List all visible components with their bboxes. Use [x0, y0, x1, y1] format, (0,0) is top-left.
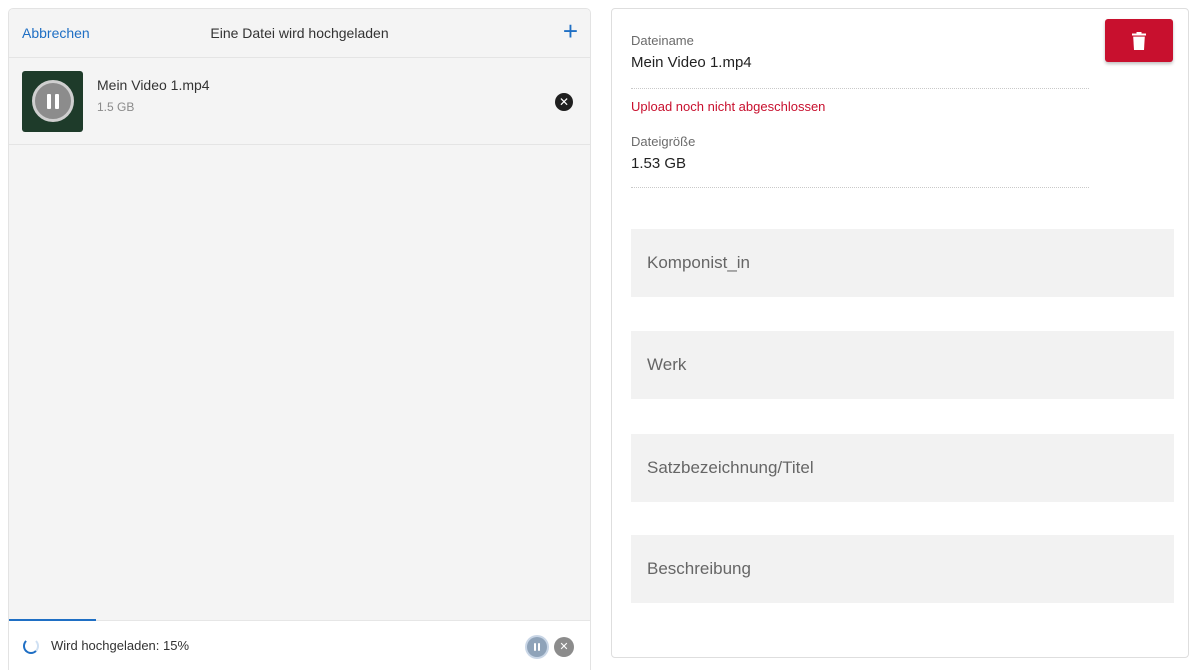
loading-spinner-icon: [23, 637, 39, 654]
filesize-value: 1.53 GB: [631, 155, 687, 172]
upload-title: Eine Datei wird hochgeladen: [210, 25, 389, 41]
remove-file-button[interactable]: ✕: [555, 93, 573, 111]
upload-header: Abbrechen Eine Datei wird hochgeladen +: [9, 9, 590, 58]
filesize-label: Dateigröße: [631, 134, 696, 149]
pause-icon: [46, 93, 59, 109]
filename-label: Dateiname: [631, 33, 694, 48]
file-details-panel: Dateiname Mein Video 1.mp4 Upload noch n…: [611, 8, 1189, 658]
upload-status-text: Wird hochgeladen: 15%: [51, 638, 190, 653]
upload-progress-bar: [9, 619, 97, 621]
pause-icon: [534, 643, 540, 651]
close-icon: ✕: [558, 95, 570, 109]
filename-field: Dateiname Mein Video 1.mp4: [631, 33, 1089, 89]
work-input[interactable]: Werk: [631, 331, 1174, 399]
upload-error-message: Upload noch nicht abgeschlossen: [631, 99, 826, 114]
file-size: 1.5 GB: [97, 99, 135, 114]
file-thumbnail[interactable]: [22, 70, 83, 132]
pause-all-button[interactable]: [527, 637, 547, 657]
movement-title-input[interactable]: Satzbezeichnung/Titel: [631, 434, 1174, 502]
description-input[interactable]: Beschreibung: [631, 535, 1174, 603]
filename-value: Mein Video 1.mp4: [631, 54, 752, 71]
filesize-field: Dateigröße 1.53 GB: [631, 134, 1089, 188]
pause-upload-button[interactable]: [31, 80, 74, 122]
composer-input[interactable]: Komponist_in: [631, 229, 1174, 297]
delete-button[interactable]: [1105, 19, 1173, 62]
upload-status-bar: Wird hochgeladen: 15% ✕: [9, 619, 590, 670]
upload-panel: Abbrechen Eine Datei wird hochgeladen + …: [8, 8, 591, 670]
trash-icon: [1132, 31, 1146, 50]
file-list-item: Mein Video 1.mp4 1.5 GB ✕: [9, 58, 590, 145]
close-icon: ✕: [559, 641, 569, 653]
cancel-upload-link[interactable]: Abbrechen: [22, 25, 90, 41]
file-name: Mein Video 1.mp4: [97, 76, 210, 93]
cancel-all-button[interactable]: ✕: [554, 637, 574, 657]
add-file-button[interactable]: +: [563, 18, 578, 44]
